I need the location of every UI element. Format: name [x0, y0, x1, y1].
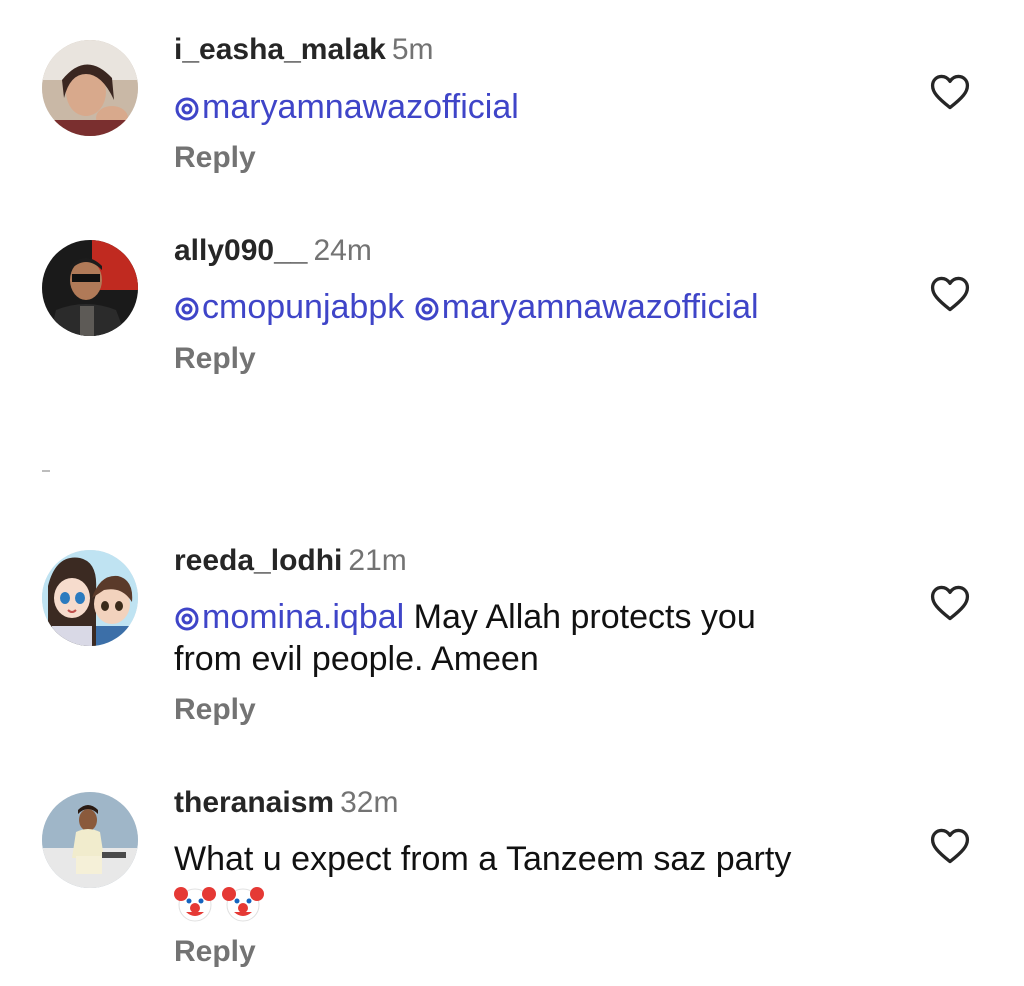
avatar[interactable] — [42, 40, 138, 136]
avatar[interactable] — [42, 792, 138, 888]
mention-link[interactable]: momina.iqbal — [174, 598, 404, 636]
comment-text: What u expect from a Tanzeem saz party — [174, 840, 792, 878]
heart-icon — [930, 585, 970, 621]
comment-body: momina.iqbal May Allah protects you from… — [174, 596, 874, 680]
cartoon-profile-photo-icon — [42, 550, 138, 646]
comment-body: What u expect from a Tanzeem saz party — [174, 838, 874, 924]
mention-link[interactable]: maryamnawazofficial — [414, 288, 759, 326]
profile-photo-icon — [42, 240, 138, 336]
like-button[interactable] — [928, 70, 972, 114]
clown-face-emoji-icon — [174, 887, 216, 922]
username[interactable]: ally090__ — [174, 234, 307, 267]
comment-text: May Allah protects you — [413, 598, 756, 636]
mention-link[interactable]: cmopunjabpk — [174, 288, 404, 326]
reply-button[interactable]: Reply — [174, 341, 256, 377]
reply-button[interactable]: Reply — [174, 692, 256, 728]
comment-body: maryamnawazofficial — [174, 86, 874, 128]
threads-icon — [175, 607, 199, 631]
timestamp: 32m — [340, 786, 399, 819]
comment-text: from evil people. Ameen — [174, 640, 539, 678]
timestamp: 21m — [348, 544, 407, 577]
profile-photo-icon — [42, 40, 138, 136]
emoji-row — [174, 880, 874, 924]
reply-button[interactable]: Reply — [174, 140, 256, 176]
profile-photo-icon — [42, 792, 138, 888]
mention-link[interactable]: maryamnawazofficial — [174, 88, 519, 126]
like-button[interactable] — [928, 272, 972, 316]
avatar[interactable] — [42, 240, 138, 336]
divider — [42, 470, 50, 472]
reply-button[interactable]: Reply — [174, 934, 256, 970]
comment-body: cmopunjabpk maryamnawazofficial — [174, 286, 894, 328]
threads-icon — [415, 297, 439, 321]
threads-icon — [175, 297, 199, 321]
username[interactable]: reeda_lodhi — [174, 544, 342, 577]
avatar[interactable] — [42, 550, 138, 646]
clown-face-emoji-icon — [222, 887, 264, 922]
timestamp: 5m — [391, 33, 434, 66]
heart-icon — [930, 276, 970, 312]
username[interactable]: theranaism — [174, 786, 334, 819]
heart-icon — [930, 828, 970, 864]
username[interactable]: i_easha_malak — [174, 33, 386, 66]
threads-icon — [175, 97, 199, 121]
like-button[interactable] — [928, 581, 972, 625]
timestamp: 24m — [313, 234, 372, 267]
like-button[interactable] — [928, 824, 972, 868]
heart-icon — [930, 74, 970, 110]
